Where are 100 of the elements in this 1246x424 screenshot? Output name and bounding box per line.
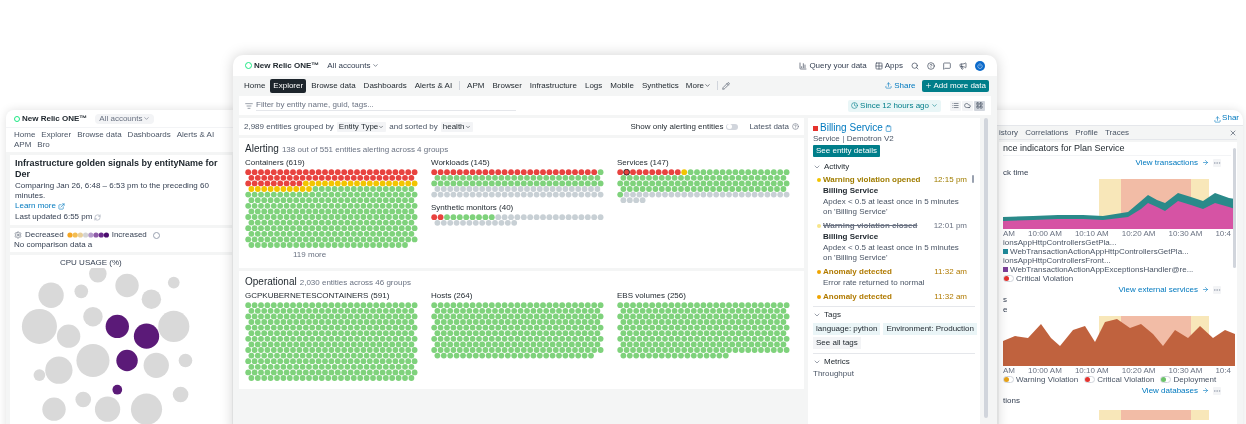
- more-icon[interactable]: [1213, 285, 1221, 294]
- axis-label: 10:10 AM: [1074, 229, 1109, 238]
- settings-icon[interactable]: [14, 231, 22, 239]
- chevron-down-icon: [371, 62, 379, 69]
- more-icon[interactable]: [1213, 158, 1221, 167]
- activity-description: Error rate returned to normal: [822, 278, 926, 288]
- close-icon[interactable]: [1229, 129, 1237, 137]
- nav-item[interactable]: Dashboards: [127, 130, 171, 140]
- activity-title[interactable]: Anomaly detected: [823, 292, 892, 302]
- scrollbar[interactable]: [1233, 148, 1236, 268]
- activity-title[interactable]: Anomaly detected: [823, 267, 892, 277]
- activity-title[interactable]: Warning violation opened: [823, 175, 921, 185]
- group-title[interactable]: Synthetic monitors (40): [431, 203, 609, 214]
- megaphone-icon[interactable]: [959, 61, 967, 70]
- pencil-icon[interactable]: [722, 81, 730, 90]
- help-icon[interactable]: [792, 123, 799, 130]
- sort-dropdown[interactable]: health: [440, 121, 473, 132]
- nav-item[interactable]: APM: [14, 140, 32, 150]
- alerting-toggle[interactable]: [726, 123, 739, 130]
- bubble[interactable]: [105, 314, 129, 339]
- group-title[interactable]: Workloads (145): [431, 158, 609, 168]
- view-link[interactable]: View databases: [1141, 385, 1198, 396]
- user-avatar[interactable]: [975, 60, 985, 71]
- chat-icon[interactable]: [943, 61, 951, 70]
- nav-tab[interactable]: Home: [241, 78, 269, 93]
- activity-title[interactable]: Warning violation closed: [823, 221, 918, 231]
- cloud-view-button[interactable]: [962, 100, 973, 111]
- section-heading[interactable]: Activity: [824, 162, 850, 172]
- share-button[interactable]: Share: [885, 80, 916, 91]
- nav-item[interactable]: Bro: [37, 140, 50, 150]
- group-title[interactable]: Services (147): [617, 158, 795, 168]
- apps-button[interactable]: Apps: [874, 60, 903, 71]
- nav-tab[interactable]: Synthetics: [638, 78, 682, 93]
- nav-tab[interactable]: Logs: [581, 78, 606, 93]
- scrollbar[interactable]: [972, 175, 974, 183]
- chevron-down-icon[interactable]: [813, 358, 821, 366]
- bubble[interactable]: [112, 384, 123, 395]
- app-logo[interactable]: New Relic ONE™: [14, 113, 88, 124]
- scrollbar[interactable]: [984, 118, 988, 418]
- account-name-text: Demotron V2: [846, 134, 894, 144]
- entity-title[interactable]: Billing Service: [820, 122, 883, 134]
- nav-tab[interactable]: Explorer: [270, 78, 307, 93]
- group-title[interactable]: EBS volumes (256): [617, 290, 795, 301]
- query-data-button[interactable]: Query your data: [799, 60, 867, 71]
- chevron-down-icon[interactable]: [813, 311, 821, 319]
- tab[interactable]: Profile: [1075, 128, 1098, 138]
- nav-tab[interactable]: Dashboards: [360, 78, 410, 93]
- nav-item[interactable]: Browse data: [77, 130, 122, 140]
- time-picker[interactable]: Since 12 hours ago: [848, 99, 941, 112]
- group-title[interactable]: GCPKUBERNETESCONTAINERS (591): [245, 290, 423, 301]
- tab[interactable]: Correlations: [1025, 128, 1069, 138]
- entity-details-button[interactable]: See entity details: [813, 145, 880, 157]
- legend-toggle[interactable]: [1003, 275, 1014, 282]
- arrow-right-icon: [1202, 387, 1209, 394]
- more-icon[interactable]: [1213, 386, 1221, 395]
- see-all-tags-button[interactable]: See all tags: [813, 337, 861, 349]
- grid-view-button[interactable]: [974, 100, 985, 111]
- refresh-icon[interactable]: [94, 213, 102, 221]
- nav-tab[interactable]: Infrastructure: [526, 78, 580, 93]
- account-selector[interactable]: All accounts: [327, 60, 379, 71]
- view-link[interactable]: View transactions: [1135, 157, 1198, 168]
- nav-item[interactable]: Explorer: [41, 130, 72, 140]
- section-summary: 2,030 entities across 46 groups: [299, 277, 411, 288]
- bubble[interactable]: [133, 323, 160, 349]
- tag-chip[interactable]: Environment: Production: [883, 323, 977, 335]
- search-icon[interactable]: [911, 61, 919, 70]
- color-scale-icon: [66, 232, 109, 238]
- legend-toggle[interactable]: [1003, 376, 1014, 383]
- nav-item[interactable]: Alerts & AI: [176, 130, 215, 140]
- toolbar-link[interactable]: Shar: [1222, 113, 1239, 123]
- add-data-button[interactable]: Add more data: [921, 79, 989, 92]
- more-count-text[interactable]: 119 more: [293, 249, 423, 260]
- nav-tab[interactable]: Browser: [489, 78, 525, 93]
- help-icon[interactable]: [927, 61, 935, 70]
- clipboard-icon[interactable]: [884, 124, 892, 132]
- group-title[interactable]: Containers (619): [245, 158, 423, 168]
- group-title[interactable]: Hosts (264): [431, 290, 609, 301]
- nav-item[interactable]: Home: [14, 130, 36, 140]
- more-menu[interactable]: More: [683, 80, 713, 91]
- tab[interactable]: Traces: [1104, 128, 1130, 138]
- view-link[interactable]: View external services: [1118, 284, 1198, 295]
- legend-toggle[interactable]: [1160, 376, 1172, 383]
- section-heading[interactable]: Metrics: [824, 357, 850, 367]
- bubble[interactable]: [116, 349, 138, 372]
- nav-tab[interactable]: APM: [464, 78, 488, 93]
- chevron-down-icon[interactable]: [813, 163, 821, 171]
- group-by-dropdown[interactable]: Entity Type: [336, 121, 387, 132]
- learn-more-link[interactable]: Learn more: [15, 201, 56, 211]
- nav-tab[interactable]: Mobile: [607, 78, 637, 93]
- legend-toggle[interactable]: [1084, 376, 1096, 383]
- section-heading[interactable]: Tags: [824, 310, 841, 320]
- tab[interactable]: istory: [999, 128, 1019, 138]
- tag-chip[interactable]: language: python: [813, 323, 881, 335]
- share-icon[interactable]: [1214, 116, 1222, 123]
- filter-field[interactable]: Filter by entity name, guid, tags...: [256, 100, 516, 111]
- nav-tab[interactable]: Alerts & AI: [411, 78, 456, 93]
- app-logo[interactable]: New Relic ONE™: [245, 60, 320, 71]
- account-selector[interactable]: All accounts: [95, 113, 154, 124]
- list-view-button[interactable]: [950, 100, 961, 111]
- nav-tab[interactable]: Browse data: [308, 78, 359, 93]
